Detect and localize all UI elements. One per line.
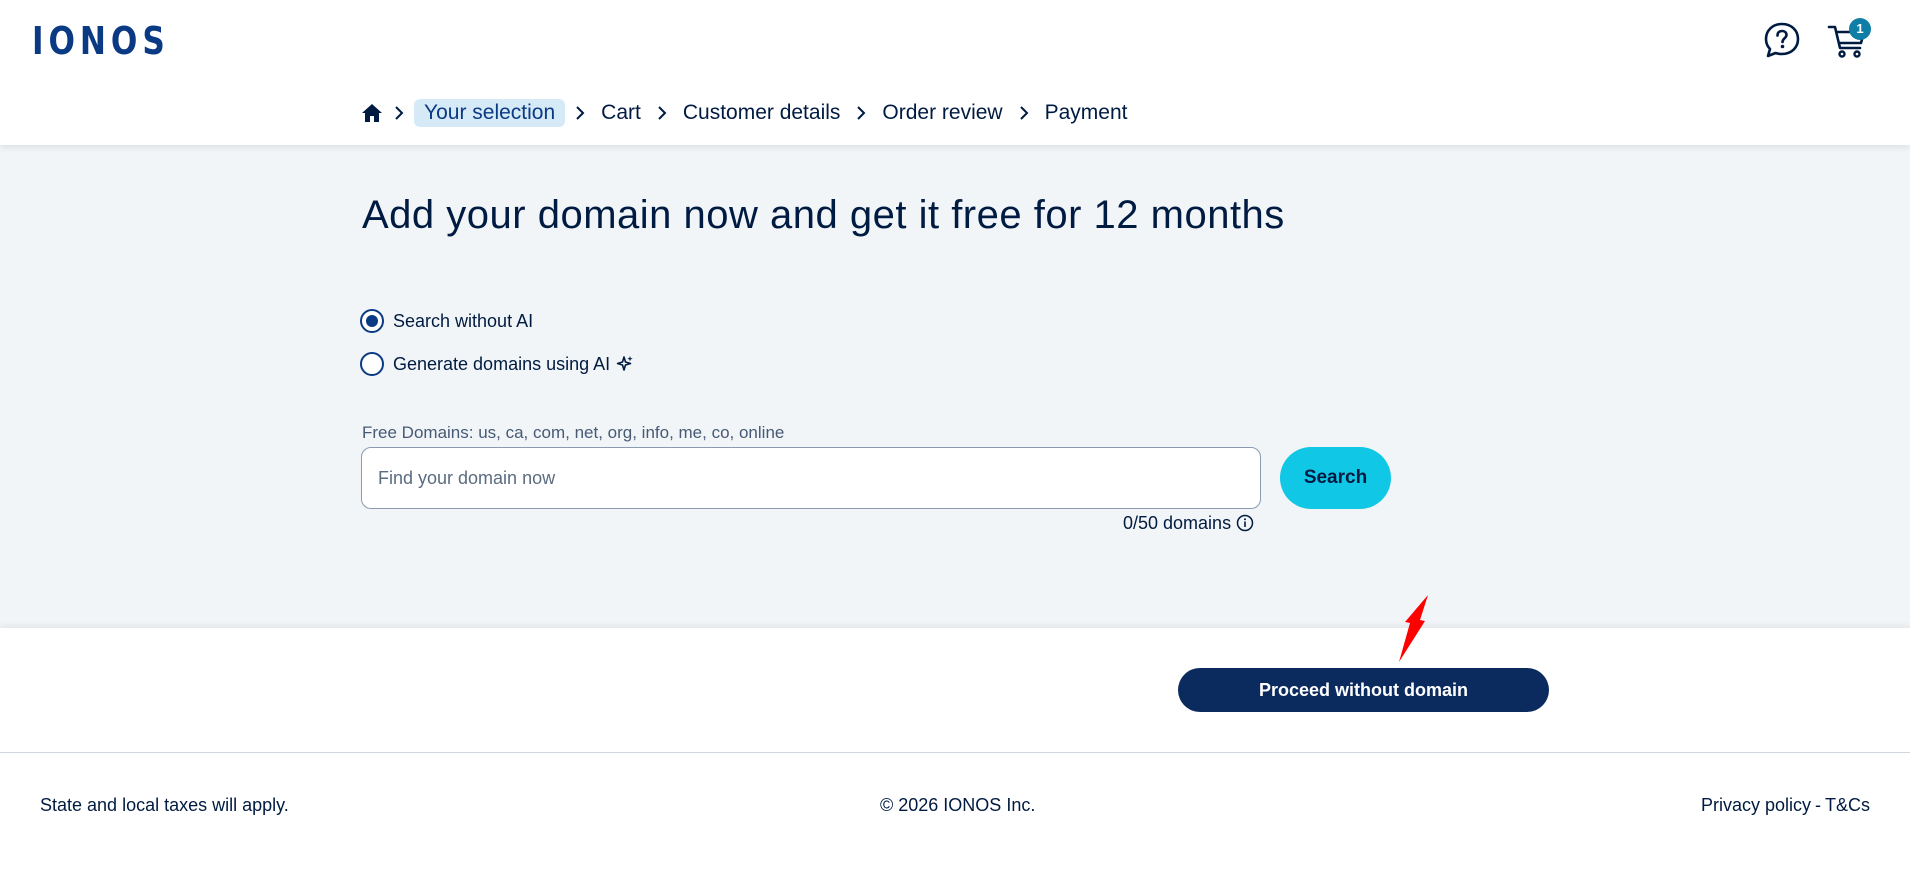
breadcrumb-payment[interactable]: Payment bbox=[1039, 99, 1134, 127]
link-separator: - bbox=[1815, 795, 1821, 815]
chevron-right-icon bbox=[846, 105, 876, 121]
breadcrumb-cart[interactable]: Cart bbox=[595, 99, 647, 127]
action-bar: Proceed without domain bbox=[0, 628, 1910, 753]
page-title: Add your domain now and get it free for … bbox=[362, 193, 1285, 237]
ionos-logo[interactable]: IONOS bbox=[32, 20, 170, 62]
domain-counter-text: 0/50 domains bbox=[1123, 512, 1232, 533]
home-icon[interactable] bbox=[360, 101, 384, 125]
breadcrumb-customer-details[interactable]: Customer details bbox=[677, 99, 847, 127]
cart-count-badge: 1 bbox=[1849, 18, 1871, 40]
search-without-ai-radio[interactable] bbox=[360, 309, 384, 333]
breadcrumb-your-selection[interactable]: Your selection bbox=[414, 99, 566, 127]
copyright: © 2026 IONOS Inc. bbox=[880, 795, 1036, 815]
generate-domains-ai-radio[interactable] bbox=[360, 352, 384, 376]
domain-search-section: Add your domain now and get it free for … bbox=[0, 145, 1910, 628]
search-button[interactable]: Search bbox=[1280, 447, 1391, 509]
taxes-note: State and local taxes will apply. bbox=[40, 795, 289, 815]
annotation-arrow-icon bbox=[1399, 595, 1428, 662]
chevron-right-icon bbox=[384, 105, 414, 121]
chevron-right-icon bbox=[565, 105, 595, 121]
info-icon[interactable] bbox=[1236, 514, 1254, 532]
help-chat-icon[interactable] bbox=[1762, 20, 1802, 60]
privacy-policy-link[interactable]: Privacy policy bbox=[1701, 795, 1811, 816]
search-without-ai-label: Search without AI bbox=[393, 310, 534, 331]
breadcrumb: Your selection Cart Customer details Ord… bbox=[360, 98, 1133, 128]
search-without-ai-option[interactable]: Search without AI bbox=[360, 309, 533, 333]
generate-domains-ai-label: Generate domains using AI bbox=[393, 353, 611, 374]
domain-counter: 0/50 domains bbox=[1123, 510, 1254, 536]
site-header: IONOS 1 Your selection Cart Customer det… bbox=[0, 0, 1910, 145]
generate-domains-ai-option[interactable]: Generate domains using AI bbox=[360, 352, 634, 376]
terms-link[interactable]: T&Cs bbox=[1825, 795, 1870, 816]
chevron-right-icon bbox=[1009, 105, 1039, 121]
footer: State and local taxes will apply. © 2026… bbox=[0, 754, 1910, 873]
free-domains-label: Free Domains: us, ca, com, net, org, inf… bbox=[362, 423, 785, 442]
ai-sparkle-icon bbox=[616, 356, 633, 371]
proceed-without-domain-button[interactable]: Proceed without domain bbox=[1178, 668, 1549, 712]
domain-search-input[interactable] bbox=[361, 447, 1261, 509]
legal-links: Privacy policy - T&Cs bbox=[1701, 795, 1870, 816]
chevron-right-icon bbox=[647, 105, 677, 121]
breadcrumb-order-review[interactable]: Order review bbox=[876, 99, 1008, 127]
